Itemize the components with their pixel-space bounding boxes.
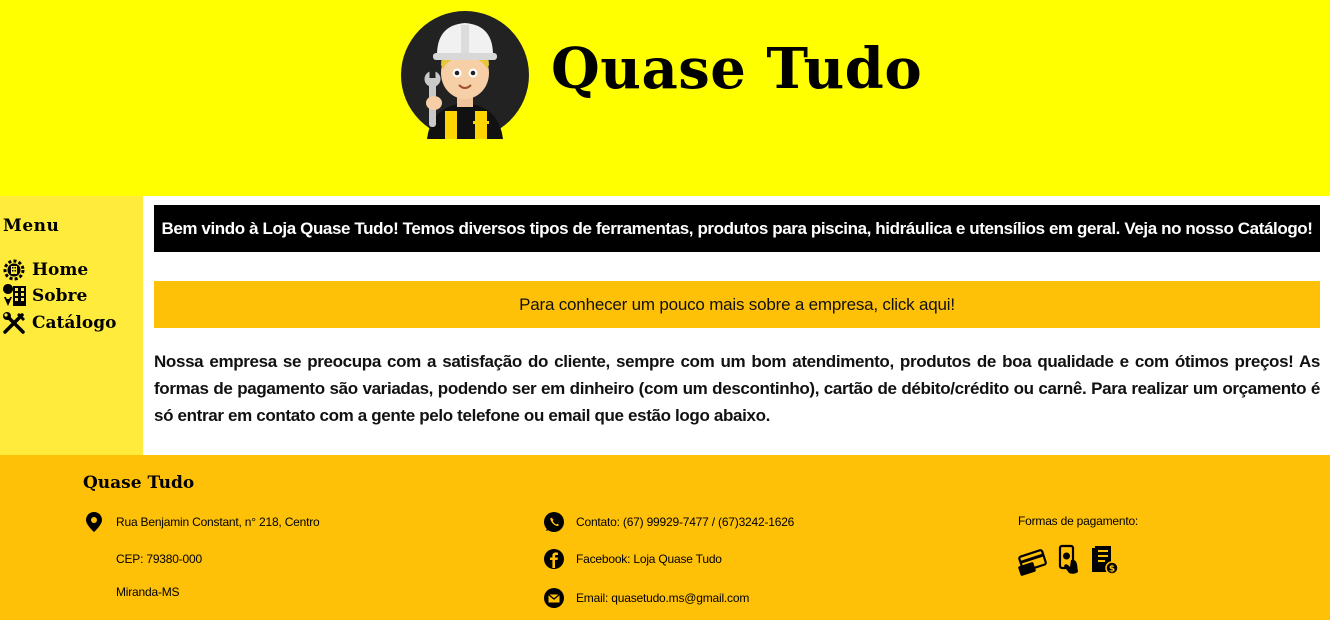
sidebar-item-label: Sobre xyxy=(32,286,88,306)
welcome-banner: Bem vindo à Loja Quase Tudo! Temos diver… xyxy=(154,205,1320,252)
sidebar-item-label: Home xyxy=(32,260,89,280)
email-icon xyxy=(544,588,564,608)
worker-mascot-logo[interactable] xyxy=(401,11,529,139)
footer-brand: Quase Tudo xyxy=(83,473,195,493)
contact-email-text: Email: quasetudo.ms@gmail.com xyxy=(576,591,750,605)
credit-card-icon xyxy=(1018,549,1047,576)
address-street: Rua Benjamin Constant, n° 218, Centro xyxy=(83,511,320,533)
address-city: Miranda-MS xyxy=(116,585,180,599)
facebook-icon xyxy=(544,549,564,569)
site-header: Quase Tudo xyxy=(0,0,1330,196)
svg-text:$: $ xyxy=(1109,565,1115,575)
contact-facebook-text: Facebook: Loja Quase Tudo xyxy=(576,552,722,566)
sidebar-item-label: Catálogo xyxy=(32,313,117,333)
building-location-icon xyxy=(3,284,26,306)
site-footer: Quase Tudo Rua Benjamin Constant, n° 218… xyxy=(0,455,1330,620)
mobile-payment-icon xyxy=(1058,544,1078,574)
map-pin-icon xyxy=(86,512,102,532)
tools-icon xyxy=(3,312,25,334)
gear-building-icon xyxy=(3,259,25,281)
contact-phone-text: Contato: (67) 99929-7477 / (67)3242-1626 xyxy=(576,515,795,529)
payment-icons: $ xyxy=(1018,544,1120,576)
about-company-link[interactable]: Para conhecer um pouco mais sobre a empr… xyxy=(154,281,1320,328)
payment-title: Formas de pagamento: xyxy=(1018,514,1139,528)
sidebar-item-home[interactable]: Home xyxy=(2,258,88,282)
address-street-text: Rua Benjamin Constant, n° 218, Centro xyxy=(116,515,320,529)
sidebar-item-sobre[interactable]: Sobre xyxy=(2,284,87,308)
contact-facebook[interactable]: Facebook: Loja Quase Tudo xyxy=(543,548,722,570)
sidebar-menu: Menu Home Sobre Catálogo xyxy=(0,196,143,455)
menu-title: Menu xyxy=(3,216,60,236)
site-title: Quase Tudo xyxy=(551,36,923,102)
contact-email[interactable]: Email: quasetudo.ms@gmail.com xyxy=(543,587,749,609)
whatsapp-icon xyxy=(544,512,564,532)
company-description: Nossa empresa se preocupa com a satisfaç… xyxy=(154,352,1320,425)
invoice-icon: $ xyxy=(1092,546,1119,575)
contact-phone: Contato: (67) 99929-7477 / (67)3242-1626 xyxy=(543,511,794,533)
address-cep: CEP: 79380-000 xyxy=(116,552,202,566)
sidebar-item-catalogo[interactable]: Catálogo xyxy=(2,311,116,335)
